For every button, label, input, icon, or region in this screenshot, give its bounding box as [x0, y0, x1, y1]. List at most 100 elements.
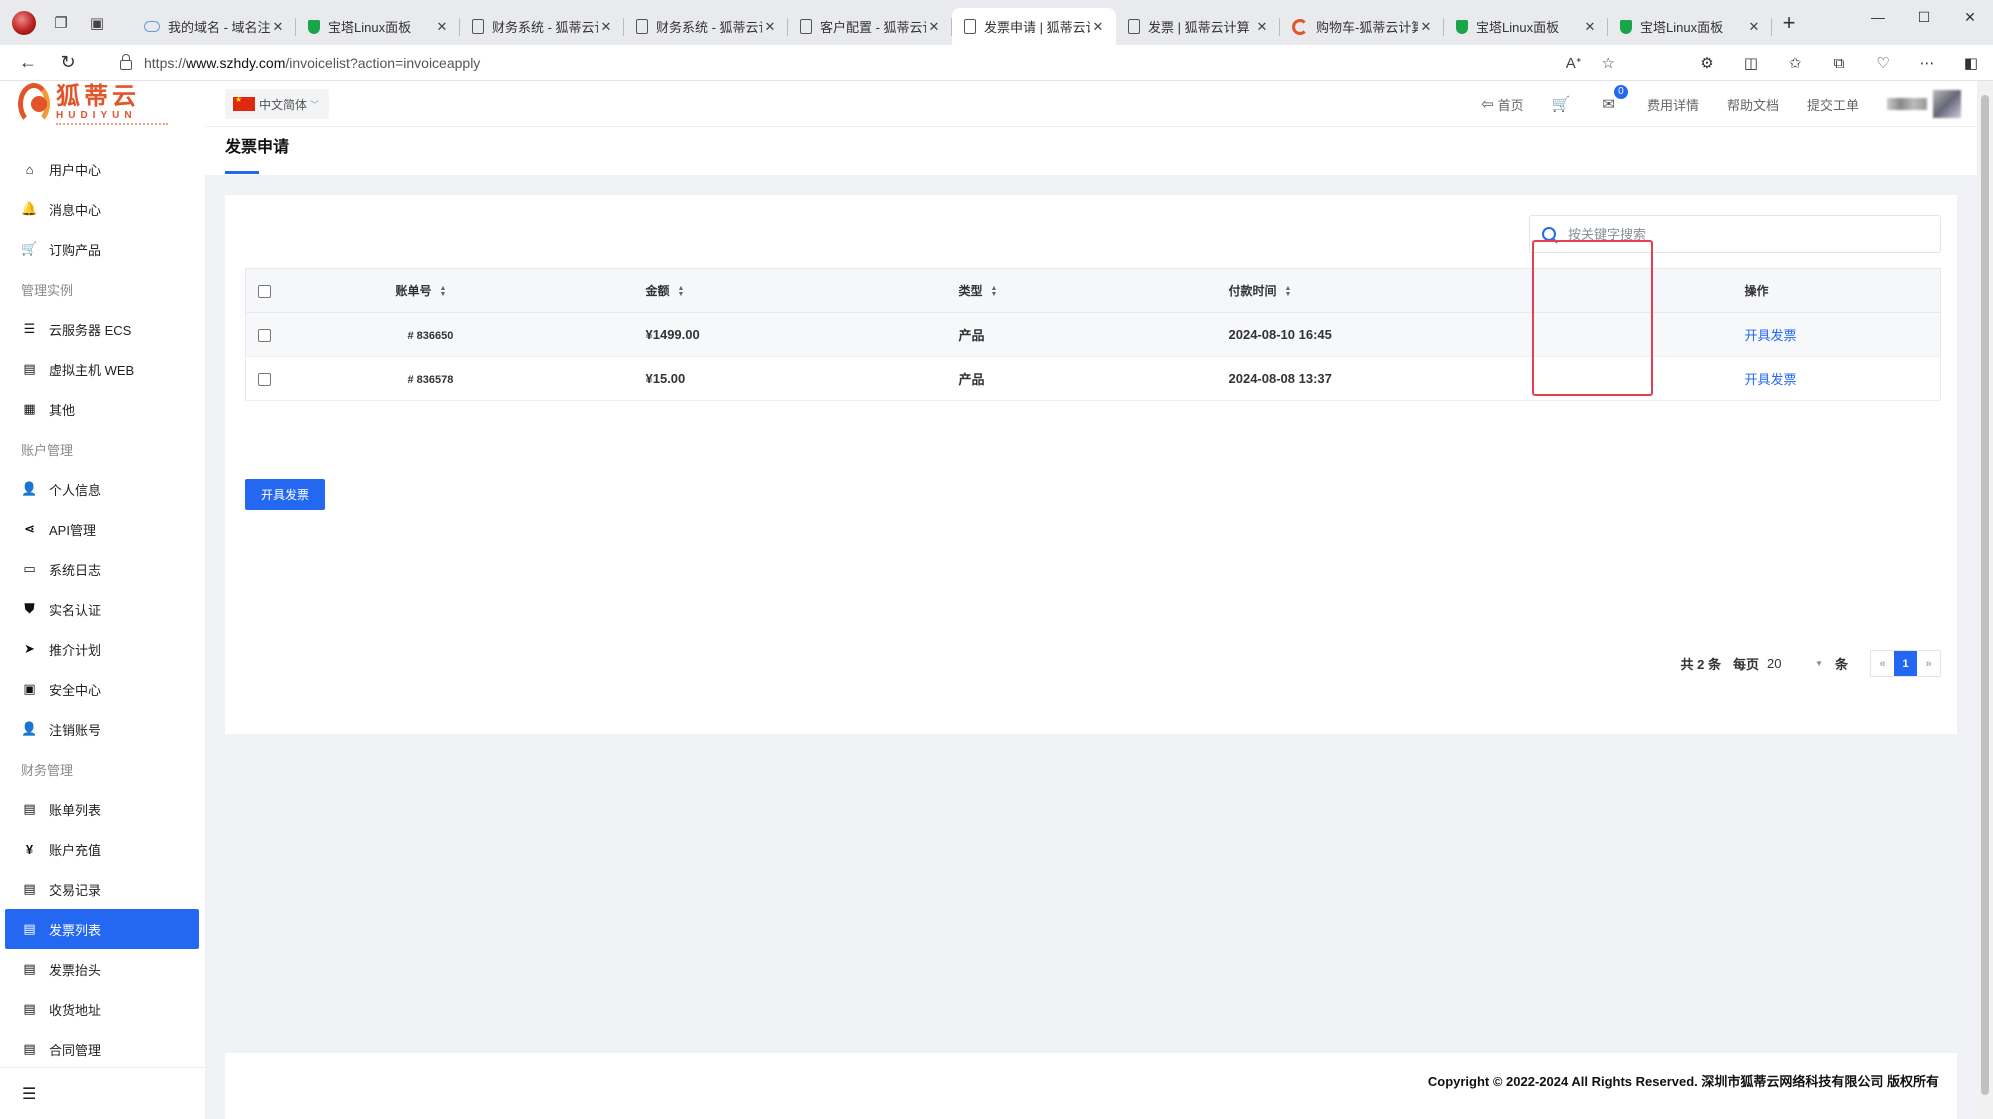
workspaces-icon[interactable]: ❐ [50, 12, 72, 34]
col-type[interactable]: 类型 ▲ ▼ [958, 268, 1229, 313]
maximize-icon[interactable]: ☐ [1901, 0, 1947, 34]
close-tab-icon[interactable]: ✕ [1746, 19, 1762, 35]
sidebar-item[interactable]: ▭ 系统日志 [5, 549, 199, 589]
nav-ticket-link[interactable]: 提交工单 [1807, 95, 1859, 114]
server-icon: ☰ [23, 321, 36, 336]
sidebar-item[interactable]: ▤ 收货地址 [5, 989, 199, 1029]
close-window-icon[interactable]: ✕ [1947, 0, 1993, 34]
sidebar-item[interactable]: ▤ 虚拟主机 WEB [5, 349, 199, 389]
tab-title: 购物车-狐蒂云计算 [1316, 20, 1418, 35]
close-tab-icon[interactable]: ✕ [270, 19, 286, 35]
sort-icon[interactable]: ▲ ▼ [678, 285, 685, 298]
nav-home-link[interactable]: ⇦ 首页 [1481, 95, 1524, 114]
select-all-checkbox[interactable] [258, 284, 271, 298]
type-cell: 产品 [958, 356, 1229, 401]
browser-essentials-icon[interactable]: ♡ [1861, 54, 1905, 72]
sidebar-item[interactable]: ▤ 交易记录 [5, 869, 199, 909]
close-tab-icon[interactable]: ✕ [434, 19, 450, 35]
caret-down-icon: ▼ [1815, 659, 1823, 668]
issue-invoice-button[interactable]: 开具发票 [245, 479, 325, 510]
sidebar-item[interactable]: 👤 个人信息 [5, 469, 199, 509]
language-selector[interactable]: 中文简体 ﹀ [225, 89, 330, 119]
sort-icon[interactable]: ▲ ▼ [1285, 285, 1292, 298]
minimize-icon[interactable]: — [1855, 0, 1901, 34]
back-icon[interactable]: ← [8, 52, 48, 73]
sidebar-item[interactable]: ▤ 发票列表 [5, 909, 199, 949]
extensions-icon[interactable]: ⚙ [1685, 54, 1729, 72]
bill-number[interactable]: # 836578 [396, 374, 454, 386]
bill-number[interactable]: # 836650 [396, 330, 454, 342]
next-page-button[interactable]: » [1917, 651, 1940, 676]
sidebar-item[interactable]: ▤ 账单列表 [5, 789, 199, 829]
close-tab-icon[interactable]: ✕ [598, 19, 614, 35]
split-screen-icon[interactable]: ◫ [1729, 54, 1773, 72]
collapse-sidebar-icon[interactable]: ☰ [0, 1067, 205, 1119]
more-menu-icon[interactable]: ⋯ [1905, 54, 1949, 72]
close-tab-icon[interactable]: ✕ [1090, 19, 1106, 35]
page-scrollbar[interactable] [1977, 81, 1993, 1119]
close-tab-icon[interactable]: ✕ [926, 19, 942, 35]
sidebar-item[interactable]: ☰ 云服务器 ECS [5, 309, 199, 349]
browser-tab[interactable]: 客户配置 - 狐蒂云计 ✕ [788, 8, 952, 45]
sidebar-item[interactable]: ▣ 安全中心 [5, 669, 199, 709]
sidebar-item[interactable]: ⌂ 用户中心 [5, 149, 199, 189]
url-field[interactable]: https://www.szhdy.com/invoicelist?action… [108, 48, 1625, 78]
browser-tab[interactable]: 财务系统 - 狐蒂云计 ✕ [460, 8, 624, 45]
new-tab-button[interactable]: + [1772, 4, 1806, 41]
close-tab-icon[interactable]: ✕ [762, 19, 778, 35]
page-1-button[interactable]: 1 [1894, 651, 1917, 676]
reload-icon[interactable]: ↻ [48, 52, 88, 73]
browser-tab[interactable]: 发票 | 狐蒂云计算 ✕ [1116, 8, 1280, 45]
browser-tab[interactable]: 宝塔Linux面板 ✕ [1608, 8, 1772, 45]
browser-tab[interactable]: 购物车-狐蒂云计算 ✕ [1280, 8, 1444, 45]
tab-title: 宝塔Linux面板 [328, 20, 412, 35]
prev-page-button[interactable]: « [1871, 651, 1894, 676]
row-checkbox[interactable] [258, 329, 271, 343]
profile-avatar[interactable] [12, 10, 36, 35]
close-tab-icon[interactable]: ✕ [1254, 19, 1270, 35]
browser-tab[interactable]: 财务系统 - 狐蒂云计 ✕ [624, 8, 788, 45]
user-avatar[interactable] [1887, 90, 1965, 118]
lock-icon[interactable] [120, 54, 132, 70]
issue-invoice-link[interactable]: 开具发票 [1745, 372, 1797, 387]
sidebar-item[interactable]: 👤 注销账号 [5, 709, 199, 749]
sidebar-item[interactable]: ⛊ 实名认证 [5, 589, 199, 629]
sidebar-item[interactable]: ➤ 推介计划 [5, 629, 199, 669]
sort-icon[interactable]: ▲ ▼ [440, 285, 447, 298]
favorites-icon[interactable]: ✩ [1773, 54, 1817, 72]
brand-logo[interactable]: 狐蒂云 HUDIYUN [18, 81, 168, 127]
nav-billing-link[interactable]: 费用详情 [1647, 95, 1699, 114]
doc-favicon-icon [1128, 19, 1140, 34]
read-aloud-icon[interactable]: Aᐩ [1566, 54, 1582, 72]
browser-tab[interactable]: 我的域名 - 域名注册✕ [132, 8, 296, 45]
sidebar-item[interactable]: 🛒 订购产品 [5, 229, 199, 269]
tab-title: 财务系统 - 狐蒂云计 [656, 20, 762, 35]
sidebar-item[interactable]: 🔔 消息中心 [5, 189, 199, 229]
favorite-star-icon[interactable]: ☆ [1602, 54, 1615, 72]
browser-tab[interactable]: 宝塔Linux面板 ✕ [1444, 8, 1608, 45]
messages-button[interactable]: ✉ 0 [1602, 85, 1628, 113]
page-size-select[interactable]: 20 ▼ [1767, 651, 1823, 677]
sidebar-item-label: 实名认证 [49, 602, 102, 618]
sidebar-item[interactable]: ▤ 发票抬头 [5, 949, 199, 989]
cart-button[interactable]: 🛒 [1552, 95, 1575, 113]
sidebar-item[interactable]: ¥ 账户充值 [5, 829, 199, 869]
sidebar-item[interactable]: ▦ 其他 [5, 389, 199, 429]
browser-tab[interactable]: 发票申请 | 狐蒂云计 ✕ [952, 8, 1116, 45]
col-bill-no[interactable]: 账单号 ▲ ▼ [395, 268, 646, 313]
collections-icon[interactable]: ⧉ [1817, 55, 1861, 72]
close-tab-icon[interactable]: ✕ [1418, 19, 1434, 35]
sort-icon[interactable]: ▲ ▼ [991, 285, 998, 298]
row-checkbox[interactable] [258, 373, 271, 387]
issue-invoice-link[interactable]: 开具发票 [1745, 328, 1797, 343]
sidebar-item-label: 个人信息 [49, 482, 102, 498]
browser-tab[interactable]: 宝塔Linux面板 ✕ [296, 8, 460, 45]
sidebar-item[interactable]: ▤ 合同管理 [5, 1029, 199, 1069]
vertical-tabs-icon[interactable]: ▣ [86, 12, 108, 34]
col-paid-time[interactable]: 付款时间 ▲ ▼ [1228, 268, 1745, 313]
nav-help-link[interactable]: 帮助文档 [1727, 95, 1779, 114]
sidebar-toggle-icon[interactable]: ◧ [1949, 54, 1993, 72]
col-amount[interactable]: 金额 ▲ ▼ [645, 268, 959, 313]
close-tab-icon[interactable]: ✕ [1582, 19, 1598, 35]
sidebar-item[interactable]: ⋖ API管理 [5, 509, 199, 549]
